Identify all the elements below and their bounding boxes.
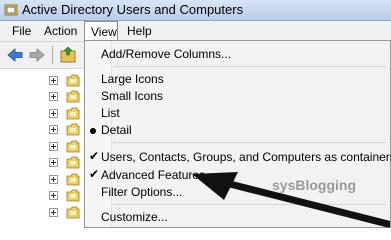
expand-plus-icon[interactable] <box>49 109 58 118</box>
menu-item-detail[interactable]: Detail <box>101 122 132 138</box>
tree-row[interactable] <box>0 155 90 171</box>
tree-row[interactable] <box>0 139 90 155</box>
tree-row[interactable] <box>0 122 90 138</box>
folder-icon <box>66 140 80 153</box>
menu-item-containers[interactable]: Users, Contacts, Groups, and Computers a… <box>101 149 391 165</box>
folder-icon <box>66 173 80 186</box>
tree-row[interactable] <box>0 73 90 89</box>
checkmark-icon: ✔ <box>89 149 100 163</box>
menu-bar: File Action View Help <box>0 21 391 42</box>
menu-item-large-icons[interactable]: Large Icons <box>101 71 164 87</box>
expand-plus-icon[interactable] <box>49 208 58 217</box>
title-bar: Active Directory Users and Computers <box>0 0 391 21</box>
folder-icon <box>66 189 80 202</box>
expand-plus-icon[interactable] <box>49 142 58 151</box>
back-arrow-icon[interactable] <box>5 45 25 65</box>
window-title: Active Directory Users and Computers <box>22 2 244 17</box>
folder-icon <box>66 123 80 136</box>
tree-row[interactable] <box>0 172 90 188</box>
menu-separator <box>113 66 386 67</box>
expand-plus-icon[interactable] <box>49 191 58 200</box>
app-icon <box>4 4 18 16</box>
expand-plus-icon[interactable] <box>49 76 58 85</box>
toolbar-separator <box>52 46 53 64</box>
forward-arrow-icon[interactable] <box>27 45 47 65</box>
folder-icon <box>66 74 80 87</box>
menu-item-add-remove-columns[interactable]: Add/Remove Columns... <box>101 46 231 62</box>
tree-row[interactable] <box>0 205 90 221</box>
menu-separator <box>113 142 386 143</box>
expand-plus-icon[interactable] <box>49 92 58 101</box>
folder-icon <box>66 206 80 219</box>
menu-item-customize[interactable]: Customize... <box>101 209 168 225</box>
menu-file[interactable]: File <box>6 21 37 41</box>
menu-item-small-icons[interactable]: Small Icons <box>101 88 163 104</box>
annotation-arrow <box>192 172 390 228</box>
expand-plus-icon[interactable] <box>49 158 58 167</box>
tree-row[interactable] <box>0 106 90 122</box>
menu-action[interactable]: Action <box>38 21 83 41</box>
folder-icon <box>66 156 80 169</box>
menu-view[interactable]: View <box>84 21 118 42</box>
up-folder-icon[interactable] <box>58 45 78 65</box>
menu-item-list[interactable]: List <box>101 105 120 121</box>
folder-icon <box>66 90 80 103</box>
checkmark-icon: ✔ <box>89 167 100 181</box>
tree-pane <box>0 69 91 228</box>
tree-row[interactable] <box>0 188 90 204</box>
radio-bullet-icon <box>90 128 96 134</box>
expand-plus-icon[interactable] <box>49 175 58 184</box>
menu-item-filter-options[interactable]: Filter Options... <box>101 184 182 200</box>
folder-icon <box>66 107 80 120</box>
menu-help[interactable]: Help <box>121 21 158 41</box>
expand-plus-icon[interactable] <box>49 125 58 134</box>
tree-row[interactable] <box>0 89 90 105</box>
